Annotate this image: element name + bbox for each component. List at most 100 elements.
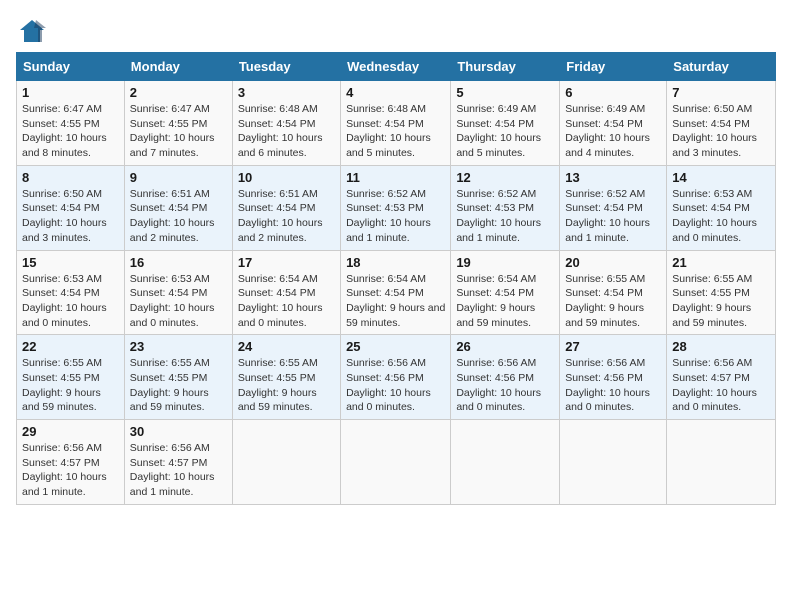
calendar-cell xyxy=(451,420,560,505)
day-detail: Sunrise: 6:47 AMSunset: 4:55 PMDaylight:… xyxy=(22,102,119,161)
calendar-header-row: SundayMondayTuesdayWednesdayThursdayFrid… xyxy=(17,53,776,81)
calendar-week-1: 1 Sunrise: 6:47 AMSunset: 4:55 PMDaylight… xyxy=(17,81,776,166)
day-detail: Sunrise: 6:56 AMSunset: 4:56 PMDaylight:… xyxy=(346,356,445,415)
day-detail: Sunrise: 6:55 AMSunset: 4:54 PMDaylight:… xyxy=(565,272,661,331)
day-number: 8 xyxy=(22,170,119,185)
day-detail: Sunrise: 6:54 AMSunset: 4:54 PMDaylight:… xyxy=(346,272,445,331)
calendar-week-4: 22 Sunrise: 6:55 AMSunset: 4:55 PMDayligh… xyxy=(17,335,776,420)
day-number: 2 xyxy=(130,85,227,100)
day-detail: Sunrise: 6:52 AMSunset: 4:53 PMDaylight:… xyxy=(456,187,554,246)
day-number: 1 xyxy=(22,85,119,100)
day-detail: Sunrise: 6:49 AMSunset: 4:54 PMDaylight:… xyxy=(565,102,661,161)
day-number: 16 xyxy=(130,255,227,270)
calendar-cell xyxy=(341,420,451,505)
calendar-cell: 30Sunrise: 6:56 AMSunset: 4:57 PMDayligh… xyxy=(124,420,232,505)
calendar-week-3: 15 Sunrise: 6:53 AMSunset: 4:54 PMDayligh… xyxy=(17,250,776,335)
day-number: 17 xyxy=(238,255,335,270)
calendar-header-tuesday: Tuesday xyxy=(232,53,340,81)
calendar-cell: 4 Sunrise: 6:48 AMSunset: 4:54 PMDaylight… xyxy=(341,81,451,166)
calendar-cell: 25 Sunrise: 6:56 AMSunset: 4:56 PMDayligh… xyxy=(341,335,451,420)
calendar-header-sunday: Sunday xyxy=(17,53,125,81)
calendar-cell xyxy=(560,420,667,505)
calendar-cell: 28 Sunrise: 6:56 AMSunset: 4:57 PMDayligh… xyxy=(667,335,776,420)
day-detail: Sunrise: 6:55 AMSunset: 4:55 PMDaylight:… xyxy=(22,356,119,415)
day-number: 15 xyxy=(22,255,119,270)
calendar-cell: 17 Sunrise: 6:54 AMSunset: 4:54 PMDayligh… xyxy=(232,250,340,335)
day-detail: Sunrise: 6:49 AMSunset: 4:54 PMDaylight:… xyxy=(456,102,554,161)
logo xyxy=(16,16,52,44)
day-number: 13 xyxy=(565,170,661,185)
calendar-cell: 27Sunrise: 6:56 AMSunset: 4:56 PMDayligh… xyxy=(560,335,667,420)
calendar-header-monday: Monday xyxy=(124,53,232,81)
day-detail: Sunrise: 6:55 AMSunset: 4:55 PMDaylight:… xyxy=(672,272,770,331)
calendar-cell: 11Sunrise: 6:52 AMSunset: 4:53 PMDayligh… xyxy=(341,165,451,250)
calendar-cell: 6 Sunrise: 6:49 AMSunset: 4:54 PMDaylight… xyxy=(560,81,667,166)
day-detail: Sunrise: 6:56 AMSunset: 4:56 PMDaylight:… xyxy=(565,356,661,415)
calendar-header-friday: Friday xyxy=(560,53,667,81)
day-number: 14 xyxy=(672,170,770,185)
day-number: 12 xyxy=(456,170,554,185)
calendar-header-saturday: Saturday xyxy=(667,53,776,81)
day-number: 24 xyxy=(238,339,335,354)
day-number: 10 xyxy=(238,170,335,185)
calendar-cell: 24 Sunrise: 6:55 AMSunset: 4:55 PMDayligh… xyxy=(232,335,340,420)
calendar-cell: 8 Sunrise: 6:50 AMSunset: 4:54 PMDaylight… xyxy=(17,165,125,250)
calendar-table: SundayMondayTuesdayWednesdayThursdayFrid… xyxy=(16,52,776,505)
day-detail: Sunrise: 6:53 AMSunset: 4:54 PMDaylight:… xyxy=(22,272,119,331)
day-detail: Sunrise: 6:51 AMSunset: 4:54 PMDaylight:… xyxy=(130,187,227,246)
day-detail: Sunrise: 6:54 AMSunset: 4:54 PMDaylight:… xyxy=(238,272,335,331)
day-number: 6 xyxy=(565,85,661,100)
day-detail: Sunrise: 6:52 AMSunset: 4:54 PMDaylight:… xyxy=(565,187,661,246)
day-detail: Sunrise: 6:48 AMSunset: 4:54 PMDaylight:… xyxy=(346,102,445,161)
calendar-cell: 20 Sunrise: 6:55 AMSunset: 4:54 PMDayligh… xyxy=(560,250,667,335)
day-number: 23 xyxy=(130,339,227,354)
calendar-cell: 12 Sunrise: 6:52 AMSunset: 4:53 PMDayligh… xyxy=(451,165,560,250)
calendar-cell: 7Sunrise: 6:50 AMSunset: 4:54 PMDaylight… xyxy=(667,81,776,166)
day-detail: Sunrise: 6:47 AMSunset: 4:55 PMDaylight:… xyxy=(130,102,227,161)
page-header xyxy=(16,16,776,44)
calendar-cell: 21 Sunrise: 6:55 AMSunset: 4:55 PMDayligh… xyxy=(667,250,776,335)
calendar-cell: 9 Sunrise: 6:51 AMSunset: 4:54 PMDaylight… xyxy=(124,165,232,250)
day-number: 5 xyxy=(456,85,554,100)
day-number: 18 xyxy=(346,255,445,270)
calendar-cell: 19 Sunrise: 6:54 AMSunset: 4:54 PMDayligh… xyxy=(451,250,560,335)
day-detail: Sunrise: 6:56 AMSunset: 4:56 PMDaylight:… xyxy=(456,356,554,415)
day-number: 22 xyxy=(22,339,119,354)
day-number: 7 xyxy=(672,85,770,100)
calendar-week-5: 29Sunrise: 6:56 AMSunset: 4:57 PMDayligh… xyxy=(17,420,776,505)
calendar-cell: 2 Sunrise: 6:47 AMSunset: 4:55 PMDaylight… xyxy=(124,81,232,166)
day-number: 9 xyxy=(130,170,227,185)
day-number: 20 xyxy=(565,255,661,270)
calendar-cell: 5 Sunrise: 6:49 AMSunset: 4:54 PMDaylight… xyxy=(451,81,560,166)
day-detail: Sunrise: 6:55 AMSunset: 4:55 PMDaylight:… xyxy=(130,356,227,415)
day-number: 26 xyxy=(456,339,554,354)
day-number: 25 xyxy=(346,339,445,354)
calendar-header-wednesday: Wednesday xyxy=(341,53,451,81)
day-detail: Sunrise: 6:53 AMSunset: 4:54 PMDaylight:… xyxy=(130,272,227,331)
day-number: 19 xyxy=(456,255,554,270)
day-detail: Sunrise: 6:53 AMSunset: 4:54 PMDaylight:… xyxy=(672,187,770,246)
day-detail: Sunrise: 6:54 AMSunset: 4:54 PMDaylight:… xyxy=(456,272,554,331)
calendar-cell: 29Sunrise: 6:56 AMSunset: 4:57 PMDayligh… xyxy=(17,420,125,505)
day-detail: Sunrise: 6:50 AMSunset: 4:54 PMDaylight:… xyxy=(22,187,119,246)
calendar-cell: 26 Sunrise: 6:56 AMSunset: 4:56 PMDayligh… xyxy=(451,335,560,420)
calendar-cell: 10Sunrise: 6:51 AMSunset: 4:54 PMDayligh… xyxy=(232,165,340,250)
day-number: 28 xyxy=(672,339,770,354)
day-detail: Sunrise: 6:52 AMSunset: 4:53 PMDaylight:… xyxy=(346,187,445,246)
day-detail: Sunrise: 6:55 AMSunset: 4:55 PMDaylight:… xyxy=(238,356,335,415)
day-number: 4 xyxy=(346,85,445,100)
calendar-week-2: 8 Sunrise: 6:50 AMSunset: 4:54 PMDaylight… xyxy=(17,165,776,250)
logo-icon xyxy=(16,16,48,44)
day-number: 21 xyxy=(672,255,770,270)
day-number: 3 xyxy=(238,85,335,100)
calendar-cell: 23 Sunrise: 6:55 AMSunset: 4:55 PMDayligh… xyxy=(124,335,232,420)
calendar-cell: 14 Sunrise: 6:53 AMSunset: 4:54 PMDayligh… xyxy=(667,165,776,250)
day-detail: Sunrise: 6:56 AMSunset: 4:57 PMDaylight:… xyxy=(130,441,227,500)
calendar-cell: 16 Sunrise: 6:53 AMSunset: 4:54 PMDayligh… xyxy=(124,250,232,335)
calendar-cell xyxy=(232,420,340,505)
day-detail: Sunrise: 6:56 AMSunset: 4:57 PMDaylight:… xyxy=(22,441,119,500)
calendar-cell: 15 Sunrise: 6:53 AMSunset: 4:54 PMDayligh… xyxy=(17,250,125,335)
calendar-cell: 22 Sunrise: 6:55 AMSunset: 4:55 PMDayligh… xyxy=(17,335,125,420)
calendar-cell: 3Sunrise: 6:48 AMSunset: 4:54 PMDaylight… xyxy=(232,81,340,166)
day-detail: Sunrise: 6:56 AMSunset: 4:57 PMDaylight:… xyxy=(672,356,770,415)
